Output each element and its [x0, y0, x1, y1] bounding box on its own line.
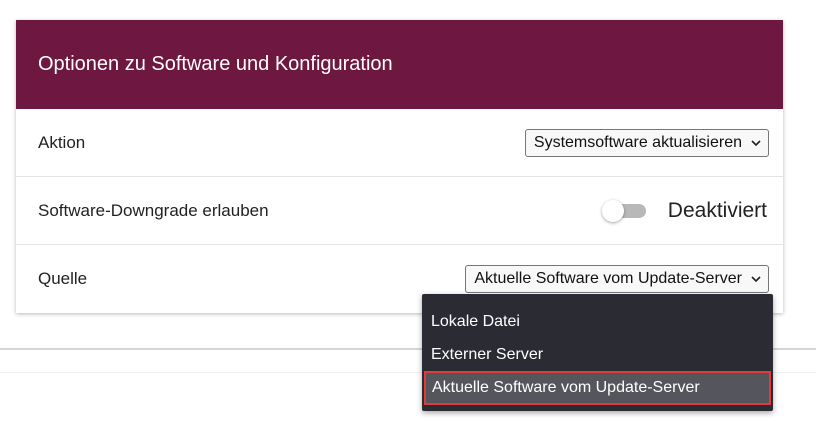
- options-panel: Optionen zu Software und Konfiguration A…: [16, 20, 783, 313]
- chevron-down-icon: [751, 139, 761, 146]
- quelle-select-value: Aktuelle Software vom Update-Server: [474, 270, 742, 287]
- quelle-label: Quelle: [38, 269, 88, 288]
- quelle-select[interactable]: Aktuelle Software vom Update-Server: [465, 265, 769, 293]
- panel-header: Optionen zu Software und Konfiguration: [16, 20, 783, 109]
- dropdown-option-externer-server[interactable]: Externer Server: [422, 338, 773, 371]
- row-aktion: Aktion Systemsoftware aktualisieren: [16, 109, 783, 177]
- downgrade-state-label: Deaktiviert: [667, 198, 767, 222]
- downgrade-toggle-group: Deaktiviert: [601, 198, 769, 223]
- dropdown-option-update-server[interactable]: Aktuelle Software vom Update-Server: [424, 371, 771, 405]
- chevron-down-icon: [751, 276, 761, 283]
- dropdown-option-lokale-datei[interactable]: Lokale Datei: [422, 305, 773, 338]
- row-downgrade: Software-Downgrade erlauben Deaktiviert: [16, 177, 783, 245]
- downgrade-toggle[interactable]: [601, 199, 646, 222]
- aktion-label: Aktion: [38, 132, 86, 152]
- aktion-select[interactable]: Systemsoftware aktualisieren: [524, 128, 769, 157]
- aktion-select-value: Systemsoftware aktualisieren: [533, 133, 742, 151]
- page: Optionen zu Software und Konfiguration A…: [0, 0, 816, 421]
- quelle-dropdown-list: Lokale Datei Externer Server Aktuelle So…: [422, 294, 773, 411]
- downgrade-label: Software-Downgrade erlauben: [38, 200, 269, 220]
- panel-title: Optionen zu Software und Konfiguration: [38, 53, 393, 75]
- toggle-knob: [601, 199, 624, 222]
